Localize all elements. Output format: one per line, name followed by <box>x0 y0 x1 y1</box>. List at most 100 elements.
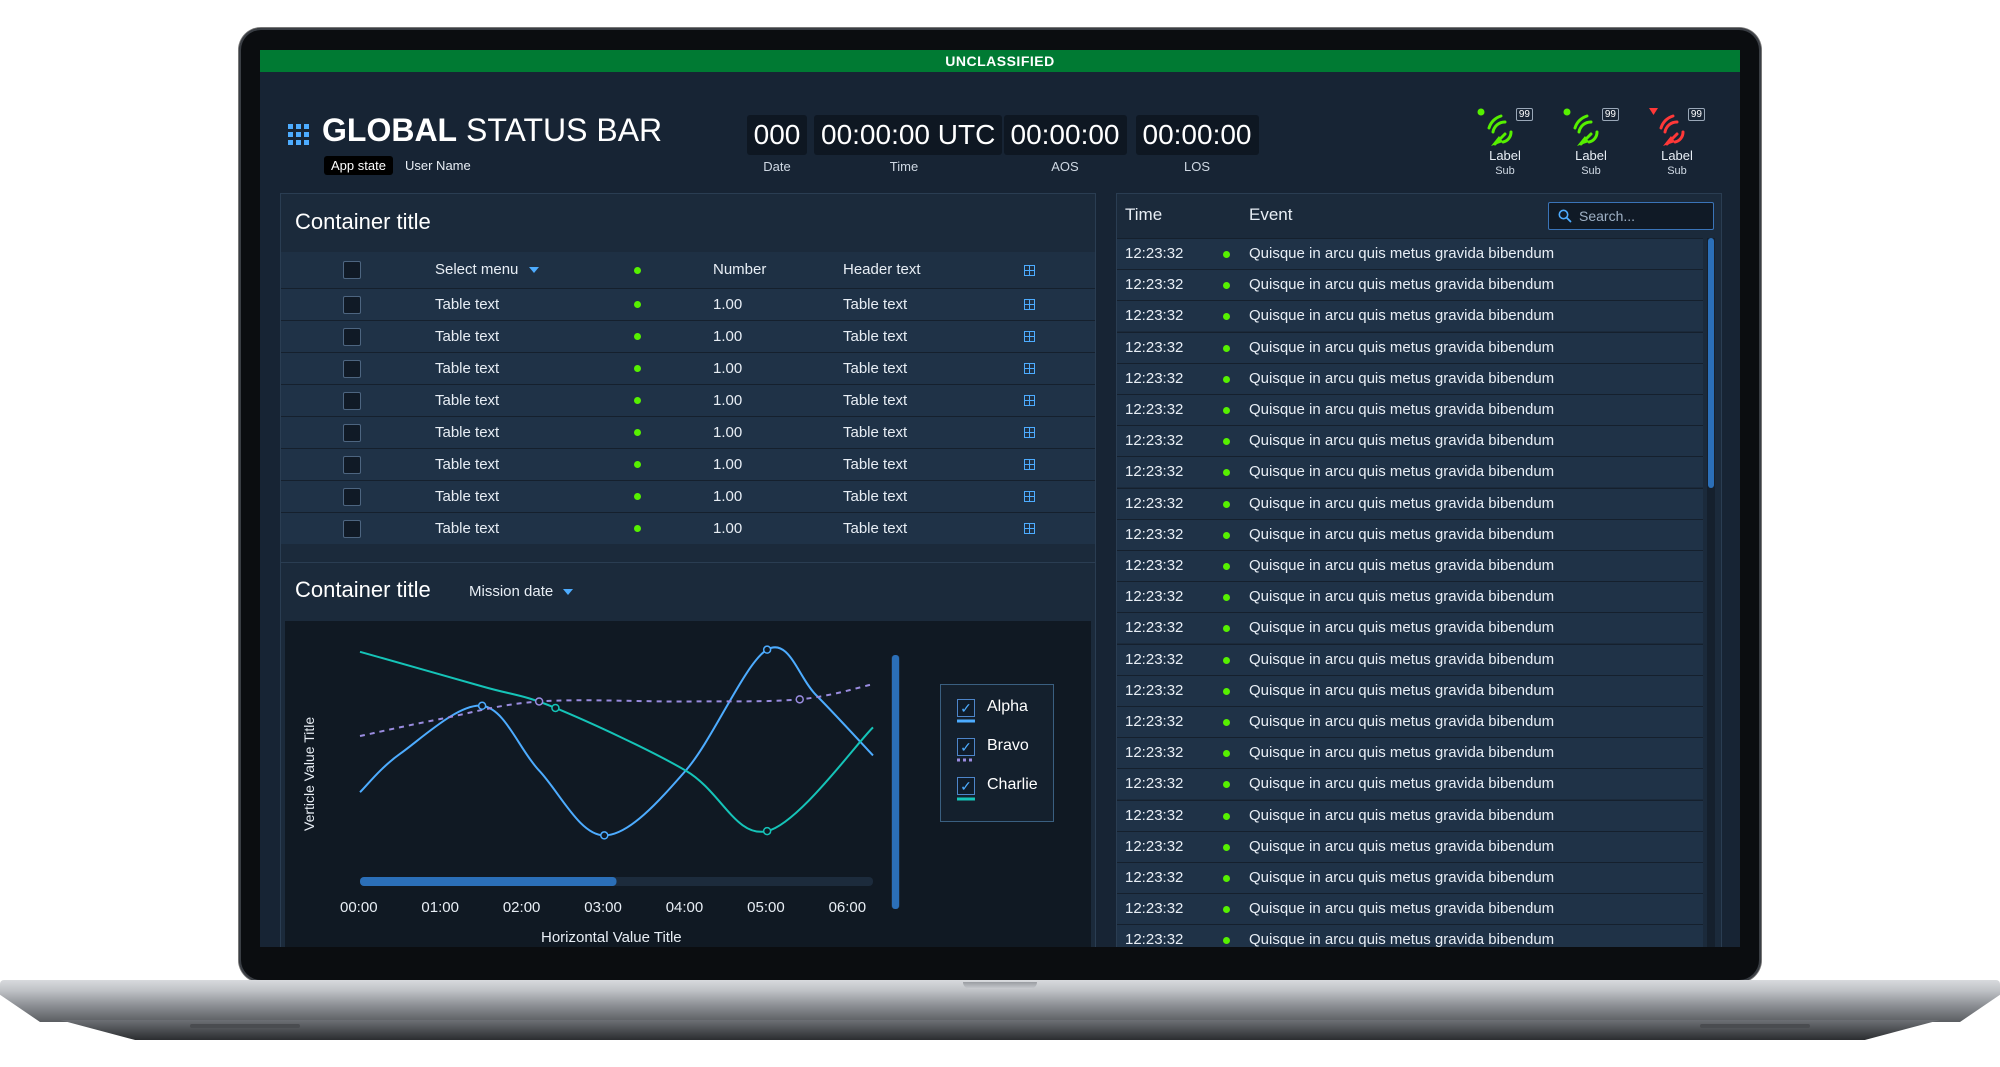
data-point-alpha[interactable] <box>477 701 487 711</box>
row-checkbox[interactable] <box>343 360 361 378</box>
row-action-icon[interactable] <box>1024 491 1035 502</box>
event-message: Quisque in arcu quis metus gravida biben… <box>1249 806 1555 824</box>
column-settings-icon[interactable] <box>1024 265 1035 276</box>
table-row[interactable]: Table text 1.00 Table text <box>281 448 1095 480</box>
mission-date-label: Mission date <box>469 583 554 600</box>
event-row[interactable]: 12:23:32 Quisque in arcu quis metus gravi… <box>1117 768 1703 800</box>
event-row[interactable]: 12:23:32 Quisque in arcu quis metus gravi… <box>1117 674 1703 706</box>
data-point-bravo[interactable] <box>795 695 804 704</box>
monitor-icon-1[interactable]: 99 Label Sub <box>1475 106 1535 178</box>
global-status-bar: GLOBAL STATUS BAR App state User Name 00… <box>260 72 1740 177</box>
monitor-icon-2[interactable]: 99 Label Sub <box>1561 106 1621 178</box>
app-switcher-icon[interactable] <box>288 124 310 146</box>
table-container-title: Container title <box>295 209 431 234</box>
event-row[interactable]: 12:23:32 Quisque in arcu quis metus gravi… <box>1117 456 1703 488</box>
event-status-dot <box>1223 469 1230 477</box>
row-checkbox[interactable] <box>343 456 361 474</box>
row-number: 1.00 <box>713 488 743 505</box>
event-row[interactable]: 12:23:32 Quisque in arcu quis metus gravi… <box>1117 924 1703 947</box>
number-header[interactable]: Number <box>713 252 766 288</box>
mission-date-dropdown[interactable]: Mission date <box>469 583 574 600</box>
row-checkbox[interactable] <box>343 488 361 506</box>
row-checkbox[interactable] <box>343 328 361 346</box>
table-row[interactable]: Table text 1.00 Table text <box>281 320 1095 352</box>
time-column-header[interactable]: Time <box>1125 200 1162 230</box>
table-row[interactable]: Table text 1.00 Table text <box>281 480 1095 512</box>
row-text: Table text <box>435 456 500 473</box>
row-action-icon[interactable] <box>1024 427 1035 438</box>
event-status-dot <box>1223 750 1230 758</box>
select-all-checkbox[interactable] <box>343 261 361 279</box>
data-point-charlie[interactable] <box>551 703 560 713</box>
event-log-scroll-thumb[interactable] <box>1708 238 1714 488</box>
data-point-bravo[interactable] <box>534 697 544 706</box>
event-row[interactable]: 12:23:32 Quisque in arcu quis metus gravi… <box>1117 862 1703 893</box>
data-point-alpha[interactable] <box>762 645 772 654</box>
event-row[interactable]: 12:23:32 Quisque in arcu quis metus gravi… <box>1117 518 1703 550</box>
event-row[interactable]: 12:23:32 Quisque in arcu quis metus gravi… <box>1117 425 1703 457</box>
event-row[interactable]: 12:23:32 Quisque in arcu quis metus gravi… <box>1117 331 1703 363</box>
row-checkbox[interactable] <box>343 520 361 538</box>
event-column-header[interactable]: Event <box>1249 200 1292 230</box>
row-text: Table text <box>435 296 500 313</box>
text-header[interactable]: Header text <box>843 252 921 288</box>
event-row[interactable]: 12:23:32 Quisque in arcu quis metus gravi… <box>1117 643 1703 675</box>
event-row[interactable]: 12:23:32 Quisque in arcu quis metus gravi… <box>1117 550 1703 581</box>
event-row[interactable]: 12:23:32 Quisque in arcu quis metus gravi… <box>1117 394 1703 425</box>
event-row[interactable]: 12:23:32 Quisque in arcu quis metus gravi… <box>1117 581 1703 613</box>
event-message: Quisque in arcu quis metus gravida biben… <box>1249 650 1555 668</box>
event-row[interactable]: 12:23:32 Quisque in arcu quis metus gravi… <box>1117 830 1703 862</box>
event-time: 12:23:32 <box>1125 900 1184 918</box>
user-name[interactable]: User Name <box>405 158 471 173</box>
event-message: Quisque in arcu quis metus gravida biben… <box>1249 494 1555 512</box>
row-action-icon[interactable] <box>1024 331 1035 342</box>
event-message: Quisque in arcu quis metus gravida biben… <box>1249 931 1555 947</box>
row-action-icon[interactable] <box>1024 363 1035 374</box>
event-row[interactable]: 12:23:32 Quisque in arcu quis metus gravi… <box>1117 487 1703 519</box>
event-status-dot <box>1223 937 1230 945</box>
event-status-dot <box>1223 594 1230 602</box>
series-line-bravo <box>359 683 874 738</box>
x-scroll-thumb[interactable] <box>360 877 617 886</box>
event-row[interactable]: 12:23:32 Quisque in arcu quis metus gravi… <box>1117 612 1703 644</box>
table-row[interactable]: Table text 1.00 Table text <box>281 352 1095 384</box>
data-point-charlie[interactable] <box>762 826 772 836</box>
row-action-icon[interactable] <box>1024 523 1035 534</box>
y-scroll-thumb[interactable] <box>892 655 899 909</box>
row-checkbox[interactable] <box>343 296 361 314</box>
event-time: 12:23:32 <box>1125 338 1184 356</box>
event-row[interactable]: 12:23:32 Quisque in arcu quis metus gravi… <box>1117 300 1703 332</box>
event-log-scroll-track[interactable] <box>1707 238 1715 947</box>
table-row[interactable]: Table text 1.00 Table text <box>281 512 1095 544</box>
row-action-icon[interactable] <box>1024 299 1035 310</box>
row-checkbox[interactable] <box>343 424 361 442</box>
event-row[interactable]: 12:23:32 Quisque in arcu quis metus gravi… <box>1117 362 1703 394</box>
row-number: 1.00 <box>713 424 743 441</box>
legend-checkbox[interactable]: ✓ <box>957 738 975 756</box>
monitor-icon-3[interactable]: 99 Label Sub <box>1647 106 1707 178</box>
data-point-alpha[interactable] <box>600 831 609 840</box>
table-row[interactable]: Table text 1.00 Table text <box>281 288 1095 320</box>
event-row[interactable]: 12:23:32 Quisque in arcu quis metus gravi… <box>1117 269 1703 301</box>
event-row[interactable]: 12:23:32 Quisque in arcu quis metus gravi… <box>1117 706 1703 737</box>
row-text: Table text <box>435 488 500 505</box>
search-input[interactable]: Search... <box>1548 202 1714 230</box>
row-checkbox[interactable] <box>343 392 361 410</box>
clock-date: 000 Date <box>737 115 817 174</box>
search-placeholder: Search... <box>1579 208 1636 224</box>
event-row[interactable]: 12:23:32 Quisque in arcu quis metus gravi… <box>1117 799 1703 831</box>
event-row[interactable]: 12:23:32 Quisque in arcu quis metus gravi… <box>1117 893 1703 925</box>
table-row[interactable]: Table text 1.00 Table text <box>281 416 1095 448</box>
legend-checkbox[interactable]: ✓ <box>957 777 975 795</box>
select-menu[interactable]: Select menu <box>435 252 539 288</box>
event-message: Quisque in arcu quis metus gravida biben… <box>1249 744 1555 762</box>
table-row[interactable]: Table text 1.00 Table text <box>281 384 1095 416</box>
event-time: 12:23:32 <box>1125 744 1184 762</box>
row-action-icon[interactable] <box>1024 459 1035 470</box>
event-row[interactable]: 12:23:32 Quisque in arcu quis metus gravi… <box>1117 238 1703 269</box>
row-header-text: Table text <box>843 328 908 345</box>
row-status-dot <box>634 525 641 532</box>
row-action-icon[interactable] <box>1024 395 1035 406</box>
event-row[interactable]: 12:23:32 Quisque in arcu quis metus gravi… <box>1117 737 1703 769</box>
legend-checkbox[interactable]: ✓ <box>957 699 975 717</box>
